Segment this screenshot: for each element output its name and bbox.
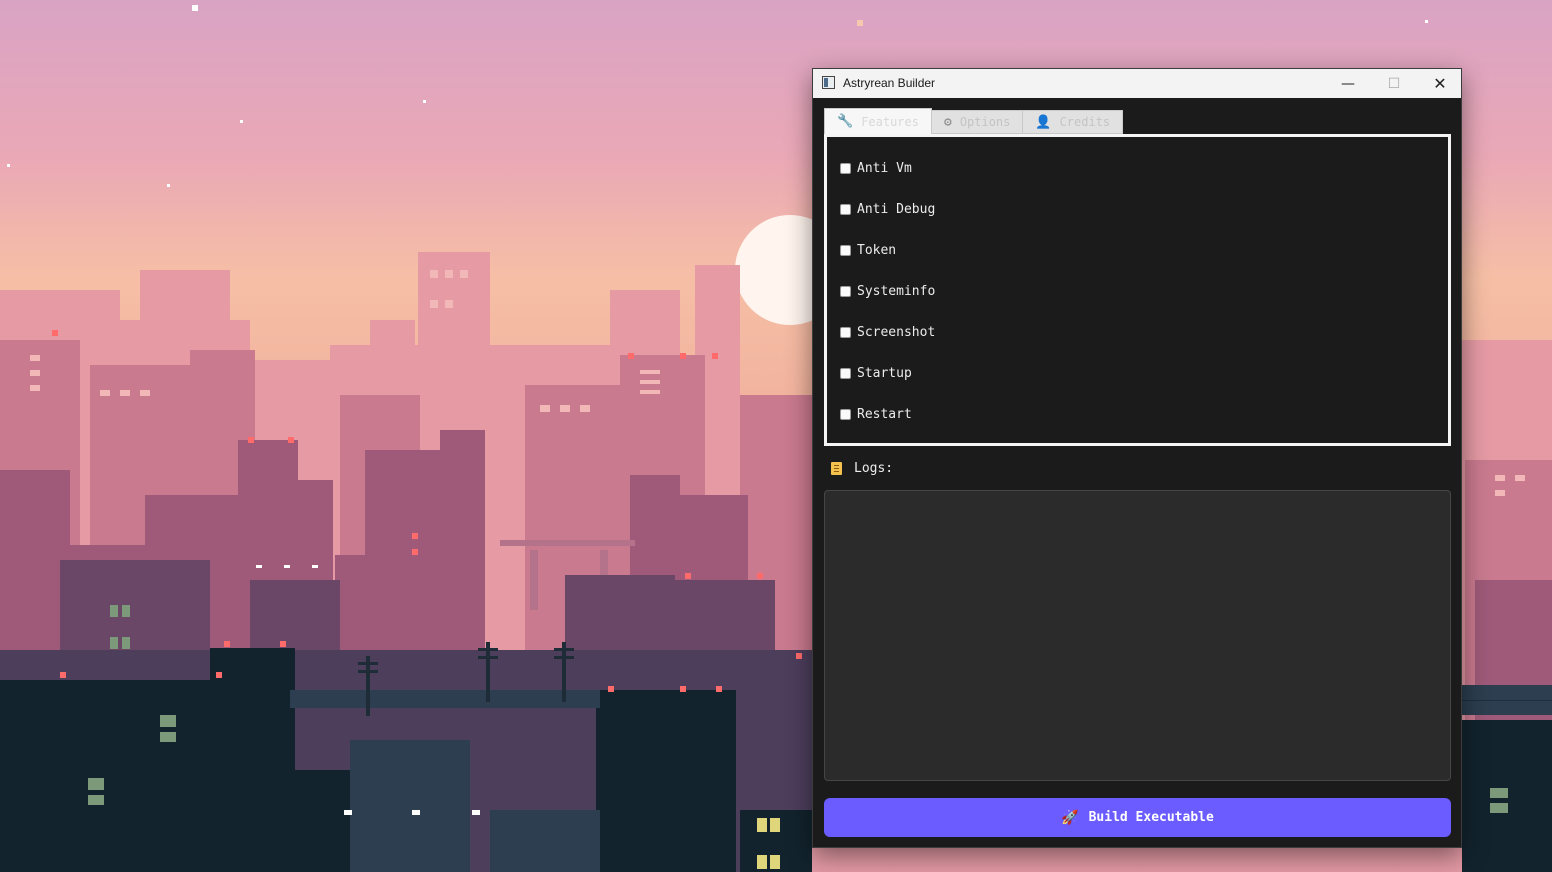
feature-anti-debug[interactable]: Anti Debug [840,200,935,218]
rocket-icon: 🚀 [1061,809,1079,826]
tab-bar: 🔧 Features ⚙ Options 👤 Credits [824,108,1124,134]
tab-label: Options [959,115,1011,129]
tab-label: Features [861,114,919,129]
feature-screenshot[interactable]: Screenshot [840,323,935,341]
logs-textbox[interactable] [824,490,1451,781]
maximize-button[interactable]: ☐ [1371,69,1417,98]
feature-label: Screenshot [857,324,936,340]
feature-label: Systeminfo [857,283,936,299]
checkbox[interactable] [840,244,851,256]
title-bar[interactable]: Astryrean Builder — ☐ ✕ [813,69,1461,98]
maximize-icon: ☐ [1387,75,1401,92]
wrench-icon: 🔧 [837,114,854,129]
build-button-label: Build Executable [1088,810,1214,825]
feature-startup[interactable]: Startup [840,364,912,382]
minimize-button[interactable]: — [1325,69,1371,98]
checkbox[interactable] [840,408,851,420]
feature-label: Startup [857,365,912,381]
close-button[interactable]: ✕ [1417,69,1463,98]
checkbox[interactable] [840,367,851,379]
build-executable-button[interactable]: 🚀 Build Executable [824,798,1451,837]
logs-label: Logs: [854,461,894,476]
checkbox[interactable] [840,203,851,215]
checkbox[interactable] [840,162,851,174]
feature-restart[interactable]: Restart [840,405,912,423]
feature-label: Restart [857,406,912,422]
logs-header: Logs: [831,461,893,476]
checkbox[interactable] [840,326,851,338]
feature-anti-vm[interactable]: Anti Vm [840,159,912,177]
gear-icon: ⚙ [943,114,952,130]
feature-label: Anti Vm [857,160,912,176]
notepad-icon [831,462,842,475]
tab-credits[interactable]: 👤 Credits [1022,110,1124,134]
checkbox[interactable] [840,285,851,297]
person-icon: 👤 [1035,114,1052,130]
window-title: Astryrean Builder [843,76,936,90]
feature-label: Anti Debug [857,201,936,217]
minimize-icon: — [1341,75,1355,92]
close-icon: ✕ [1433,74,1447,93]
feature-systeminfo[interactable]: Systeminfo [840,282,935,300]
feature-token[interactable]: Token [840,241,896,259]
feature-label: Token [857,242,897,258]
tab-options[interactable]: ⚙ Options [930,110,1024,134]
features-panel: Anti Vm Anti Debug Token Systeminfo Scre… [824,134,1451,446]
app-icon [822,76,835,89]
app-window: Astryrean Builder — ☐ ✕ 🔧 Features ⚙ Opt… [812,68,1462,848]
tab-features[interactable]: 🔧 Features [824,108,932,134]
tab-label: Credits [1059,115,1111,129]
